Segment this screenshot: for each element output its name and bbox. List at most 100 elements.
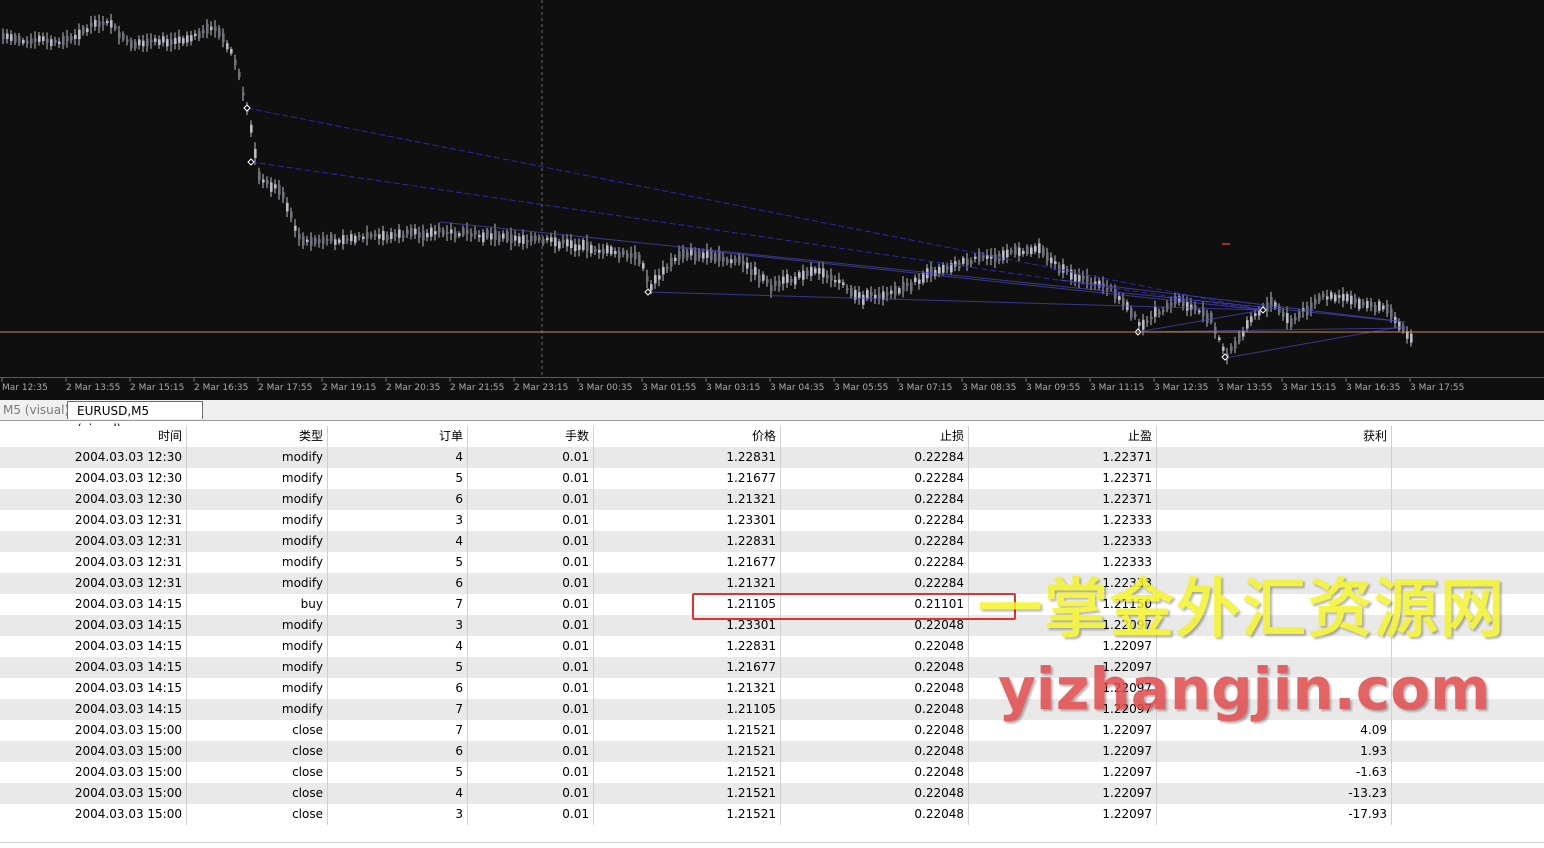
table-row[interactable]: 2004.03.03 14:15 modify 7 0.01 1.21105 0.2204… bbox=[0, 699, 1544, 720]
candle-body bbox=[1314, 299, 1317, 305]
candle-body bbox=[162, 36, 165, 43]
candle-body bbox=[1018, 247, 1021, 256]
candle-body bbox=[650, 284, 653, 291]
column-header[interactable]: 时间 bbox=[0, 426, 187, 447]
table-cell: 1.21521 bbox=[594, 741, 781, 762]
candle-body bbox=[406, 229, 409, 235]
candle-body bbox=[746, 262, 749, 269]
candle-body bbox=[866, 290, 869, 299]
candle-body bbox=[914, 277, 917, 283]
candle-body bbox=[1022, 250, 1025, 254]
table-cell: 0.22284 bbox=[781, 447, 969, 468]
table-row[interactable]: 2004.03.03 12:30 modify 4 0.01 1.22831 0.2228… bbox=[0, 447, 1544, 468]
time-label: 3 Mar 03:15 bbox=[706, 383, 760, 393]
candle-body bbox=[842, 282, 845, 285]
price-chart[interactable]: Mar 12:35 2 Mar 13:55 2 Mar 15:15 2 Mar 16:… bbox=[0, 0, 1544, 400]
candle-body bbox=[702, 252, 705, 259]
table-cell: 1.23301 bbox=[594, 615, 781, 636]
candle-body bbox=[298, 233, 301, 240]
table-row[interactable]: 2004.03.03 12:31 modify 3 0.01 1.23301 0.2228… bbox=[0, 510, 1544, 531]
table-row[interactable]: 2004.03.03 12:30 modify 6 0.01 1.21321 0.2228… bbox=[0, 489, 1544, 510]
column-header[interactable]: 止盈 bbox=[969, 426, 1157, 447]
table-row[interactable]: 2004.03.03 14:15 modify 3 0.01 1.23301 0.2204… bbox=[0, 615, 1544, 636]
column-header[interactable]: 获利 bbox=[1157, 426, 1392, 447]
candle-body bbox=[1218, 337, 1221, 340]
candle-body bbox=[622, 250, 625, 255]
candle-body bbox=[190, 35, 193, 42]
candle-body bbox=[1410, 333, 1413, 343]
order-marker-icon[interactable] bbox=[243, 104, 251, 112]
candle-body bbox=[14, 35, 17, 43]
candle-body bbox=[574, 244, 577, 252]
candle-body bbox=[434, 231, 437, 235]
table-cell: 2004.03.03 12:30 bbox=[0, 468, 187, 489]
table-row[interactable]: 2004.03.03 12:31 modify 4 0.01 1.22831 0.2228… bbox=[0, 531, 1544, 552]
candle-body bbox=[122, 33, 125, 40]
table-cell: 1.22097 bbox=[969, 636, 1157, 657]
trendline[interactable] bbox=[1137, 327, 1406, 333]
table-row[interactable]: 2004.03.03 12:31 modify 6 0.01 1.21321 0.2228… bbox=[0, 573, 1544, 594]
time-label: 2 Mar 21:55 bbox=[450, 383, 504, 393]
trendline[interactable] bbox=[439, 221, 1406, 323]
table-cell: modify bbox=[187, 699, 328, 720]
candle-body bbox=[430, 227, 433, 237]
candle-body bbox=[1006, 249, 1009, 258]
candle-body bbox=[1122, 298, 1125, 306]
table-row[interactable]: 2004.03.03 14:15 modify 4 0.01 1.22831 0.2204… bbox=[0, 636, 1544, 657]
candle-body bbox=[750, 269, 753, 275]
candle-body bbox=[554, 237, 557, 247]
candle-body bbox=[194, 33, 197, 37]
chart-canvas[interactable]: Mar 12:35 2 Mar 13:55 2 Mar 15:15 2 Mar 16:… bbox=[0, 0, 1544, 400]
column-header[interactable]: 手数 bbox=[468, 426, 594, 447]
candle-body bbox=[698, 251, 701, 259]
candle-body bbox=[582, 240, 585, 250]
table-row[interactable]: 2004.03.03 14:15 buy 7 0.01 1.21105 0.21101 1.… bbox=[0, 594, 1544, 615]
candle-body bbox=[962, 257, 965, 264]
column-header[interactable]: 订单 bbox=[328, 426, 468, 447]
table-row[interactable]: 2004.03.03 12:31 modify 5 0.01 1.21677 0.2228… bbox=[0, 552, 1544, 573]
column-header[interactable]: 类型 bbox=[187, 426, 328, 447]
candle-body bbox=[1362, 301, 1365, 306]
table-row[interactable]: 2004.03.03 14:15 modify 6 0.01 1.21321 0.2204… bbox=[0, 678, 1544, 699]
table-row[interactable]: 2004.03.03 15:00 close 4 0.01 1.21521 0.22048… bbox=[0, 783, 1544, 804]
table-row[interactable]: 2004.03.03 14:15 modify 5 0.01 1.21677 0.2204… bbox=[0, 657, 1544, 678]
candle-body bbox=[394, 233, 397, 237]
column-header[interactable]: 止损 bbox=[781, 426, 969, 447]
trendline[interactable] bbox=[1224, 325, 1406, 359]
table-cell: 1.22333 bbox=[969, 552, 1157, 573]
table-cell: 1.21321 bbox=[594, 573, 781, 594]
candle-body bbox=[486, 230, 489, 238]
candle-body bbox=[682, 249, 685, 259]
column-header[interactable]: 价格 bbox=[594, 426, 781, 447]
tab-eurusd-m5-visual[interactable]: EURUSD,M5 (visual) bbox=[67, 401, 203, 436]
candle-body bbox=[1146, 320, 1149, 323]
candle-body bbox=[454, 231, 457, 239]
candle-body bbox=[558, 241, 561, 249]
trendline[interactable] bbox=[1137, 309, 1264, 333]
candle-body bbox=[1254, 313, 1257, 317]
table-cell: 4.09 bbox=[1157, 720, 1392, 741]
table-row[interactable]: 2004.03.03 15:00 close 3 0.01 1.21521 0.22048… bbox=[0, 804, 1544, 825]
candle-body bbox=[674, 257, 677, 262]
table-row[interactable]: 2004.03.03 15:00 close 6 0.01 1.21521 0.22048… bbox=[0, 741, 1544, 762]
candle-body bbox=[218, 27, 221, 37]
table-cell: close bbox=[187, 720, 328, 741]
candle-body bbox=[1354, 297, 1357, 304]
order-marker-icon[interactable] bbox=[247, 158, 255, 166]
table-cell: 1.22371 bbox=[969, 489, 1157, 510]
candle-body bbox=[426, 232, 429, 238]
table-row[interactable]: 2004.03.03 15:00 close 7 0.01 1.21521 0.22048… bbox=[0, 720, 1544, 741]
table-cell: 0.22048 bbox=[781, 615, 969, 636]
table-row[interactable]: 2004.03.03 12:30 modify 5 0.01 1.21677 0.2228… bbox=[0, 468, 1544, 489]
table-cell: 1.22097 bbox=[969, 657, 1157, 678]
candle-body bbox=[530, 235, 533, 242]
candle-body bbox=[1038, 243, 1041, 254]
table-cell: 1.21105 bbox=[594, 594, 781, 615]
candle-body bbox=[994, 254, 997, 262]
table-row[interactable]: 2004.03.03 15:00 close 5 0.01 1.21521 0.22048… bbox=[0, 762, 1544, 783]
candle-body bbox=[734, 258, 737, 263]
candle-body bbox=[982, 255, 985, 259]
table-cell: buy bbox=[187, 594, 328, 615]
candle-body bbox=[178, 36, 181, 43]
candlestick-series bbox=[2, 13, 1413, 365]
